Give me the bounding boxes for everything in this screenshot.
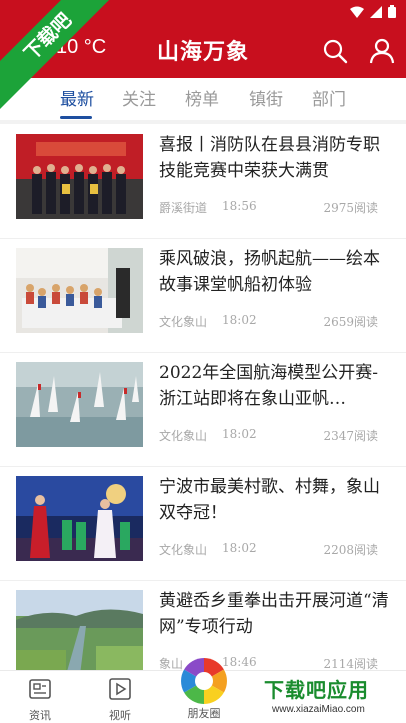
wifi-icon — [350, 6, 364, 18]
user-icon[interactable] — [369, 38, 395, 64]
divider — [0, 120, 406, 124]
news-time: 18:56 — [222, 199, 257, 213]
news-read-count: 2975阅读 — [323, 201, 378, 215]
news-title: 2022年全国航海模型公开赛-浙江站即将在象山亚帆… — [159, 363, 379, 409]
news-source: 文化象山 — [159, 315, 208, 329]
news-title: 乘风破浪，扬帆起航——绘本故事课堂帆船初体验 — [159, 249, 380, 295]
news-item[interactable]: 宁波市最美村歌、村舞，象山双夺冠！ 文化象山 18:02 2208阅读 — [0, 467, 406, 581]
news-time: 18:02 — [222, 313, 257, 327]
news-title: 宁波市最美村歌、村舞，象山双夺冠！ — [159, 477, 380, 523]
news-time: 18:02 — [222, 541, 257, 555]
news-time: 18:02 — [222, 427, 257, 441]
active-tab-indicator — [60, 116, 92, 119]
tab-towns[interactable]: 镇街 — [249, 85, 283, 110]
search-icon[interactable] — [322, 38, 348, 64]
news-thumbnail — [16, 476, 143, 561]
watermark-logo: 下载吧应用 www.xiazaiMiao.com — [262, 672, 406, 720]
news-source: 文化象山 — [159, 543, 208, 557]
nav-news-label: 资讯 — [29, 709, 51, 722]
watermark-url: www.xiazaiMiao.com — [272, 704, 365, 715]
news-read-count: 2208阅读 — [323, 543, 378, 557]
news-title: 喜报丨消防队在县县消防专职技能竞赛中荣获大满贯 — [159, 135, 380, 181]
nav-moments[interactable]: 朋友圈 — [174, 705, 234, 721]
news-title: 黄避岙乡重拳出击开展河道“清网”专项行动 — [159, 591, 389, 637]
news-thumbnail — [16, 362, 143, 447]
play-icon — [109, 678, 131, 700]
moments-icon[interactable] — [179, 656, 229, 706]
nav-video[interactable]: 视听 — [90, 677, 150, 723]
tab-rankings[interactable]: 榜单 — [185, 85, 219, 110]
news-item[interactable]: 2022年全国航海模型公开赛-浙江站即将在象山亚帆… 文化象山 18:02 23… — [0, 353, 406, 467]
nav-news[interactable]: 资讯 — [10, 677, 70, 723]
news-thumbnail — [16, 248, 143, 333]
nav-moments-label: 朋友圈 — [187, 707, 221, 720]
news-thumbnail — [16, 590, 143, 675]
category-tabs: 最新 关注 榜单 镇街 部门 — [0, 78, 406, 120]
news-source: 爵溪街道 — [159, 201, 208, 215]
news-read-count: 2659阅读 — [323, 315, 378, 329]
tab-latest[interactable]: 最新 — [60, 85, 94, 110]
news-item[interactable]: 乘风破浪，扬帆起航——绘本故事课堂帆船初体验 文化象山 18:02 2659阅读 — [0, 239, 406, 353]
nav-video-label: 视听 — [109, 709, 131, 722]
news-read-count: 2347阅读 — [323, 429, 378, 443]
news-thumbnail — [16, 134, 143, 219]
tab-follow[interactable]: 关注 — [122, 85, 156, 110]
tab-departments[interactable]: 部门 — [312, 85, 346, 110]
battery-icon — [388, 5, 396, 18]
signal-icon — [370, 5, 382, 18]
news-source: 文化象山 — [159, 429, 208, 443]
news-item[interactable]: 喜报丨消防队在县县消防专职技能竞赛中荣获大满贯 爵溪街道 18:56 2975阅… — [0, 125, 406, 239]
news-icon — [29, 679, 51, 699]
watermark-brand: 下载吧应用 — [264, 678, 369, 702]
